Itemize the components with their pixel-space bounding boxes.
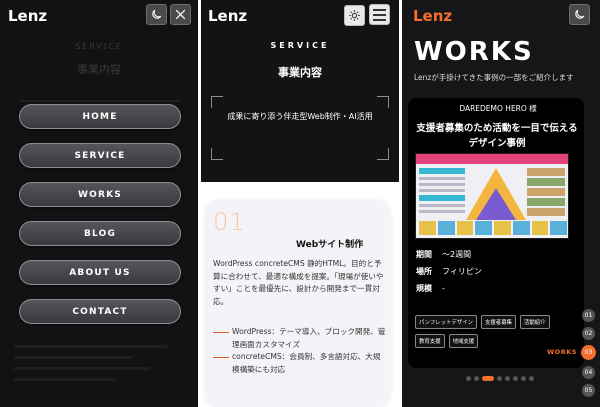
meta-value: フィリピン (442, 267, 482, 276)
service-bullet: WordPress：テーマ導入、ブロック開発、管理画面カスタマイズ (213, 326, 387, 351)
moon-icon (575, 9, 585, 19)
bullet-text: WordPress：テーマ導入、ブロック開発、管理画面カスタマイズ (232, 327, 386, 349)
theme-toggle-button[interactable] (569, 4, 590, 25)
background-section-title: 事業内容 (77, 63, 121, 76)
work-meta-row: 期間 〜2週間 (416, 249, 471, 260)
close-menu-button[interactable] (170, 4, 191, 25)
service-bullet: concreteCMS：会員制、多言語対応、大規模構築にも対応 (213, 351, 387, 376)
page-title: WORKS (414, 37, 534, 67)
service-number: 01 (213, 208, 246, 236)
work-tags: パンフレットデザイン 支援者募集 活動紹介 教育支援 地域支援 (415, 315, 575, 348)
carousel-dot[interactable] (497, 376, 502, 381)
service-card-body: WordPress concreteCMS 静的HTML。目的と予算に合わせて、… (213, 259, 384, 306)
menu-item-home[interactable]: HOME (19, 104, 181, 129)
service-screen: Lenz SERVICE 事業内容 成果に寄り添う伴走型Web制作・AI活用 0… (201, 0, 399, 407)
work-meta-row: 規模 - (416, 283, 445, 294)
meta-label: 規模 (416, 284, 432, 293)
meta-value: 〜2週間 (442, 250, 472, 259)
theme-toggle-button[interactable] (146, 4, 167, 25)
carousel-dot[interactable] (505, 376, 510, 381)
section-title: 事業内容 (278, 66, 322, 79)
sun-icon (349, 10, 360, 21)
tag[interactable]: 地域支援 (448, 334, 479, 348)
menu-item-service[interactable]: SERVICE (19, 143, 181, 168)
work-title: 支援者募集のため活動を一目で伝えるデザイン事例 (416, 123, 578, 149)
menu-item-works[interactable]: WORKS (19, 182, 181, 207)
background-divider (20, 100, 180, 102)
service-card-title: Webサイト制作 (296, 240, 364, 250)
hamburger-icon (373, 8, 386, 21)
carousel-dot[interactable] (521, 376, 526, 381)
carousel-dot-active[interactable] (482, 376, 494, 381)
work-meta-row: 場所 フィリピン (416, 266, 482, 277)
site-logo[interactable]: Lenz (8, 7, 47, 25)
page-subtitle: Lenzが手掛けてきた事例の一部をご紹介します (414, 73, 574, 82)
carousel-dot[interactable] (474, 376, 479, 381)
carousel-pagination (466, 376, 534, 381)
service-hero (201, 0, 399, 182)
site-logo[interactable]: Lenz (413, 7, 452, 25)
carousel-dot[interactable] (529, 376, 534, 381)
bullet-text: concreteCMS：会員制、多言語対応、大規模構築にも対応 (232, 352, 381, 374)
meta-value: - (442, 284, 445, 293)
bullet-dash (213, 332, 229, 333)
section-label: SERVICE (270, 41, 330, 50)
menu-overlay-screen: SERVICE 事業内容 Lenz HOME SERVICE WORKS BLO… (0, 0, 198, 407)
carousel-dot[interactable] (513, 376, 518, 381)
main-menu: HOME SERVICE WORKS BLOG ABOUT US CONTACT (19, 104, 181, 338)
side-nav-item[interactable]: 01 (582, 309, 595, 322)
menu-button[interactable] (369, 4, 390, 25)
frame-corner (377, 96, 389, 108)
work-thumbnail-image[interactable] (415, 153, 569, 239)
meta-label: 場所 (416, 267, 432, 276)
section-description: 成果に寄り添う伴走型Web制作・AI活用 (227, 112, 373, 121)
menu-item-about-us[interactable]: ABOUT US (19, 260, 181, 285)
tag[interactable]: 教育支援 (415, 334, 445, 348)
section-tag: WORKS (547, 348, 577, 356)
frame-corner (211, 96, 223, 108)
background-content-dimmed (14, 345, 184, 389)
carousel-dot[interactable] (466, 376, 471, 381)
theme-toggle-button[interactable] (344, 5, 365, 26)
background-section-label: SERVICE (75, 42, 123, 51)
side-nav-item-active[interactable]: 03 (581, 345, 596, 360)
meta-label: 期間 (416, 250, 432, 259)
side-nav-item[interactable]: 02 (582, 327, 595, 340)
tag[interactable]: 活動紹介 (519, 315, 550, 329)
moon-icon (152, 9, 162, 19)
work-client: DAREDEMO HERO 様 (459, 104, 537, 113)
works-screen: Lenz WORKS Lenzが手掛けてきた事例の一部をご紹介します DARED… (402, 0, 600, 407)
site-logo[interactable]: Lenz (208, 7, 247, 25)
side-nav-item[interactable]: 04 (582, 366, 595, 379)
close-icon (175, 9, 186, 20)
menu-item-contact[interactable]: CONTACT (19, 299, 181, 324)
menu-item-blog[interactable]: BLOG (19, 221, 181, 246)
bullet-dash (213, 357, 229, 358)
frame-corner (211, 148, 223, 160)
tag[interactable]: パンフレットデザイン (415, 315, 478, 329)
frame-corner (377, 148, 389, 160)
tag[interactable]: 支援者募集 (481, 315, 516, 329)
side-nav-item[interactable]: 05 (582, 384, 595, 397)
